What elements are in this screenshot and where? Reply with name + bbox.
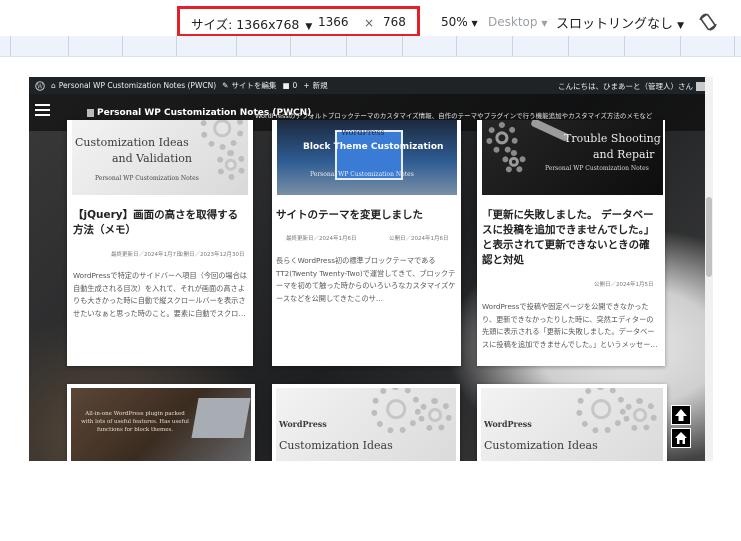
- thumbnail-title-line-1: WordPress: [484, 419, 532, 429]
- gear-icon: [371, 388, 421, 434]
- svg-text:W: W: [37, 83, 44, 90]
- throttling-label: スロットリングなし: [556, 17, 674, 32]
- thumbnail-title-line-2: Block Theme Customization: [303, 142, 444, 152]
- chevron-down-icon: ▼: [677, 21, 685, 31]
- thumbnail-title-line-2: Customization Ideas: [279, 439, 393, 452]
- rotate-icon[interactable]: [697, 11, 719, 33]
- wp-admin-bar: W ⌂ Personal WP Customization Notes (PWC…: [29, 77, 713, 94]
- greeting-text: こんにちは、ひまあーと（管理人）さん: [558, 82, 693, 91]
- post-published-date: 公開日／2024年1月6日: [389, 236, 449, 242]
- thumbnail-title-line-2: and Validation: [112, 152, 192, 165]
- media-query-ruler[interactable]: [0, 36, 741, 57]
- device-type-dropdown[interactable]: Desktop ▼: [488, 15, 547, 29]
- thumbnail-subtitle: Personal WP Customization Notes: [95, 175, 199, 182]
- post-card[interactable]: WordPress Block Theme Customization Pers…: [272, 120, 461, 366]
- gear-icon: [418, 398, 452, 432]
- zoom-label: 50%: [441, 15, 468, 29]
- brush-icon: ✎: [222, 81, 229, 90]
- chevron-down-icon: ▼: [541, 19, 548, 28]
- comment-icon: ■: [282, 81, 290, 90]
- thumbnail-title-line-2: and Repair: [593, 148, 655, 161]
- device-type-label: Desktop: [488, 15, 538, 29]
- admin-site-name[interactable]: ⌂ Personal WP Customization Notes (PWCN): [51, 81, 216, 90]
- viewport-scrollbar[interactable]: [705, 77, 713, 461]
- edit-site-link[interactable]: ✎ サイトを編集: [222, 80, 276, 91]
- admin-site-name-label: Personal WP Customization Notes (PWCN): [58, 81, 217, 90]
- gear-icon: [502, 150, 526, 174]
- gear-icon: [623, 398, 657, 432]
- site-tagline: WordPressのデフォルトブロックテーマのカスタマイズ情報、自作のテーマやプ…: [255, 112, 653, 120]
- laptop-graphic: [191, 398, 251, 438]
- post-title[interactable]: 「更新に失敗しました。 データベースに投稿を追加できませんでした。」と表示されて…: [482, 208, 660, 268]
- new-content-link[interactable]: + 新規: [303, 80, 327, 91]
- post-card[interactable]: Trouble Shooting and Repair Personal WP …: [477, 120, 665, 366]
- back-to-top-button[interactable]: [671, 405, 691, 425]
- thumbnail-title-line-2: Customization Ideas: [484, 439, 598, 452]
- hamburger-menu-icon[interactable]: [35, 104, 50, 116]
- post-card[interactable]: Customization Ideas and Validation Perso…: [67, 120, 253, 366]
- post-excerpt: 長らくWordPress初の標準ブロックテーマであるTT2(Twenty Twe…: [276, 256, 456, 303]
- chevron-down-icon: ▼: [471, 19, 478, 28]
- account-menu[interactable]: こんにちは、ひまあーと（管理人）さん: [558, 81, 705, 92]
- post-title[interactable]: サイトのテーマを変更しました: [276, 208, 456, 223]
- post-published-date: 公開日／2024年1月5日: [594, 282, 654, 288]
- home-icon: [675, 432, 687, 444]
- dimensions-dropdown[interactable]: サイズ: 1366x768 ▼: [191, 14, 312, 33]
- edit-site-label: サイトを編集: [231, 81, 277, 90]
- dimensions-label: サイズ: 1366x768: [191, 17, 300, 32]
- gear-icon: [216, 150, 246, 180]
- zoom-dropdown[interactable]: 50% ▼: [441, 15, 478, 29]
- thumbnail-title-line-1: WordPress: [341, 128, 385, 137]
- avatar: [696, 82, 705, 91]
- devtools-device-toolbar: サイズ: 1366x768 ▼ 1366 × 768 50% ▼ Desktop…: [0, 0, 741, 40]
- post-updated-date: 最終更新日／2024年1月6日: [286, 236, 357, 242]
- post-thumbnail[interactable]: WordPress Customization Ideas: [276, 388, 456, 461]
- post-excerpt: WordPressで特定のサイドバーへ項目（今回の場合は自動生成される目次）を入…: [73, 271, 247, 318]
- thumbnail-title-line-1: WordPress: [279, 419, 327, 429]
- comments-count: 0: [292, 81, 298, 90]
- emulated-viewport[interactable]: W ⌂ Personal WP Customization Notes (PWC…: [29, 77, 713, 461]
- home-icon: ⌂: [51, 81, 56, 90]
- new-label: 新規: [312, 81, 328, 90]
- comments-link[interactable]: ■ 0: [282, 81, 297, 90]
- height-input[interactable]: 768: [383, 15, 406, 29]
- post-thumbnail[interactable]: WordPress Block Theme Customization Pers…: [277, 120, 457, 195]
- gear-icon: [200, 120, 244, 150]
- thumbnail-text: All-in-one WordPress plugin packed with …: [81, 411, 189, 433]
- thumbnail-title-line-1: Customization Ideas: [75, 136, 189, 149]
- thumbnail-title-line-1: Trouble Shooting: [564, 132, 661, 145]
- throttling-dropdown[interactable]: スロットリングなし ▼: [556, 13, 684, 32]
- post-published-date: 公開日／2023年12月30日: [178, 252, 245, 258]
- arrow-up-icon: [675, 409, 687, 421]
- post-thumbnail[interactable]: WordPress Customization Ideas: [481, 388, 663, 461]
- post-card[interactable]: WordPress Customization Ideas: [477, 384, 667, 461]
- chevron-down-icon: ▼: [305, 22, 313, 32]
- width-input[interactable]: 1366: [318, 15, 349, 29]
- home-button[interactable]: [671, 428, 691, 448]
- post-title[interactable]: 【jQuery】画面の高さを取得する方法（メモ）: [73, 208, 247, 238]
- scrollbar-thumb[interactable]: [706, 197, 712, 277]
- post-thumbnail[interactable]: Trouble Shooting and Repair Personal WP …: [482, 120, 663, 195]
- plus-icon: +: [303, 81, 310, 90]
- thumbnail-subtitle: Personal WP Customization Notes: [310, 171, 414, 178]
- wordpress-logo-icon[interactable]: W: [35, 80, 45, 91]
- post-updated-date: 最終更新日／2024年1月7日: [111, 252, 182, 258]
- post-thumbnail[interactable]: All-in-one WordPress plugin packed with …: [71, 388, 251, 461]
- post-card[interactable]: WordPress Customization Ideas: [272, 384, 460, 461]
- times-sign: ×: [364, 16, 375, 30]
- post-excerpt: WordPressで投稿や固定ページを公開できなかったり、更新できなかったりした…: [482, 302, 658, 349]
- post-card[interactable]: All-in-one WordPress plugin packed with …: [67, 384, 255, 461]
- site-logo-icon: [87, 108, 94, 117]
- post-thumbnail[interactable]: Customization Ideas and Validation Perso…: [72, 120, 248, 195]
- thumbnail-subtitle: Personal WP Customization Notes: [545, 165, 649, 172]
- gear-icon: [576, 388, 626, 434]
